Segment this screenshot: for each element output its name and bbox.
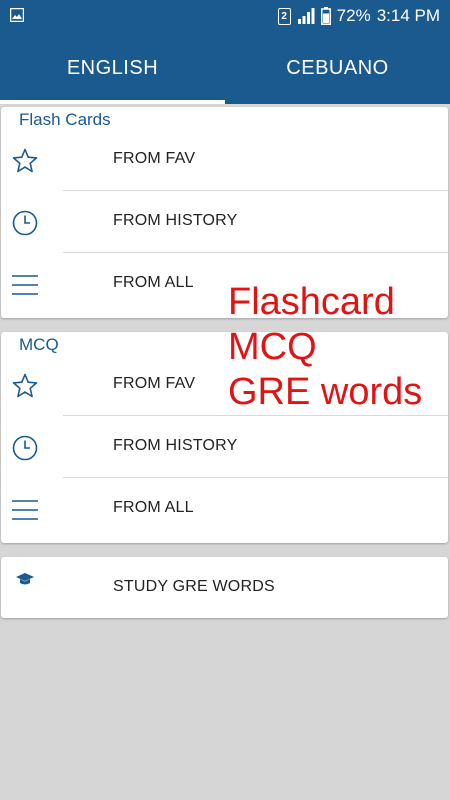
overlay-line-2: MCQ xyxy=(228,326,317,368)
row-label: FROM ALL xyxy=(113,499,194,516)
clock-icon xyxy=(12,435,38,461)
battery-icon xyxy=(320,7,331,25)
gallery-notification-icon xyxy=(10,8,24,22)
row-label: STUDY GRE WORDS xyxy=(113,578,275,595)
clock-icon xyxy=(12,210,38,236)
mcq-from-history[interactable]: FROM HISTORY xyxy=(1,416,448,478)
row-label: FROM HISTORY xyxy=(113,437,238,454)
sim-label: 2 xyxy=(281,10,287,22)
clock-time: 3:14 PM xyxy=(376,6,440,25)
signal-icon xyxy=(297,8,315,24)
tab-cebuano-label: CEBUANO xyxy=(286,56,389,79)
study-gre-words-button[interactable]: STUDY GRE WORDS xyxy=(1,557,448,618)
status-bar: 2 72% 3:14 PM xyxy=(0,0,450,32)
row-label: FROM HISTORY xyxy=(113,212,238,229)
row-label: FROM FAV xyxy=(113,375,196,392)
overlay-line-1: Flashcard xyxy=(228,281,395,323)
mcq-title: MCQ xyxy=(19,335,59,354)
battery-percent: 72% xyxy=(336,6,371,25)
flash-cards-from-fav[interactable]: FROM FAV xyxy=(1,129,448,191)
star-outline-icon xyxy=(12,373,38,398)
overlay-annotation: Flashcard MCQ GRE words xyxy=(228,280,422,415)
star-outline-icon xyxy=(12,148,38,173)
graduation-cap-icon xyxy=(16,573,34,585)
gre-card: STUDY GRE WORDS xyxy=(1,557,448,618)
tab-cebuano[interactable]: CEBUANO xyxy=(225,32,450,104)
list-icon xyxy=(12,275,38,295)
list-icon xyxy=(12,500,38,520)
tab-selected-indicator xyxy=(0,100,225,104)
flash-cards-from-history[interactable]: FROM HISTORY xyxy=(1,191,448,253)
overlay-line-3: GRE words xyxy=(228,371,423,413)
tab-english-label: ENGLISH xyxy=(66,56,159,79)
tab-bar: ENGLISH CEBUANO xyxy=(0,32,450,104)
sim-icon: 2 xyxy=(277,7,291,25)
flash-cards-title: Flash Cards xyxy=(19,110,111,129)
tab-english[interactable]: ENGLISH xyxy=(0,32,225,104)
row-label: FROM FAV xyxy=(113,150,196,167)
mcq-from-all[interactable]: FROM ALL xyxy=(1,478,448,540)
row-label: FROM ALL xyxy=(113,274,194,291)
